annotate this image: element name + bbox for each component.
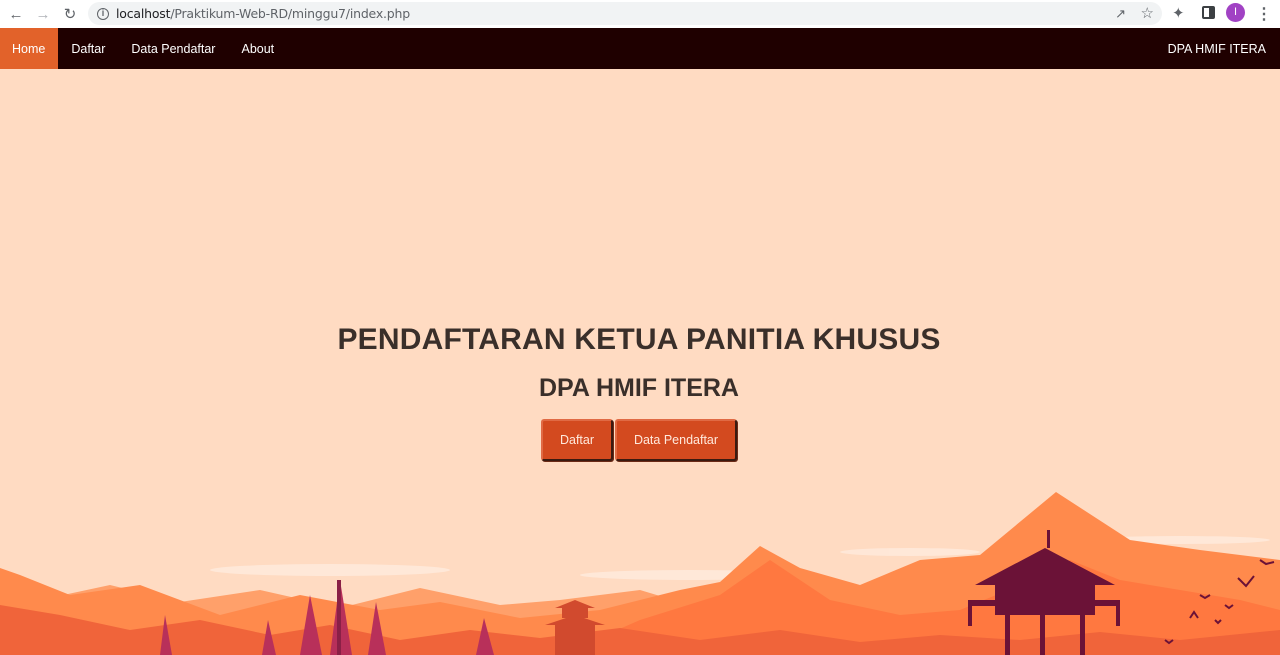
hero-title: PENDAFTARAN KETUA PANITIA KHUSUS [337,323,941,356]
info-icon[interactable]: i [97,7,109,20]
nav-data-pendaftar[interactable]: Data Pendaftar [118,28,228,69]
site-navbar: Home Daftar Data Pendaftar About DPA HMI… [0,28,1280,69]
browser-toolbar: ← → ↻ i localhost/Praktikum-Web-RD/mingg… [0,0,1280,28]
hero-section: PENDAFTARAN KETUA PANITIA KHUSUS DPA HMI… [0,69,1280,655]
nav-daftar[interactable]: Daftar [58,28,118,69]
menu-icon[interactable]: ⋮ [1256,4,1272,24]
extensions-icon[interactable]: ✦ [1172,4,1185,22]
url-host: localhost [116,6,171,21]
reload-icon[interactable]: ↻ [60,4,80,24]
share-icon[interactable]: ↗ [1115,6,1126,22]
profile-avatar[interactable]: I [1226,3,1245,22]
url-path: /Praktikum-Web-RD/minggu7/index.php [170,6,410,21]
hero-subtitle: DPA HMIF ITERA [539,374,739,402]
back-icon[interactable]: ← [6,4,26,24]
address-bar[interactable]: i localhost/Praktikum-Web-RD/minggu7/ind… [88,2,1162,25]
url-text[interactable]: localhost/Praktikum-Web-RD/minggu7/index… [116,6,410,21]
data-pendaftar-button[interactable]: Data Pendaftar [615,419,737,461]
forward-icon[interactable]: → [33,4,53,24]
side-panel-icon[interactable] [1202,6,1215,19]
star-icon[interactable]: ☆ [1141,4,1154,22]
nav-home[interactable]: Home [0,28,59,69]
daftar-button[interactable]: Daftar [541,419,613,461]
nav-about[interactable]: About [228,28,287,69]
nav-brand[interactable]: DPA HMIF ITERA [1168,28,1266,69]
landscape-illustration [0,492,1280,655]
